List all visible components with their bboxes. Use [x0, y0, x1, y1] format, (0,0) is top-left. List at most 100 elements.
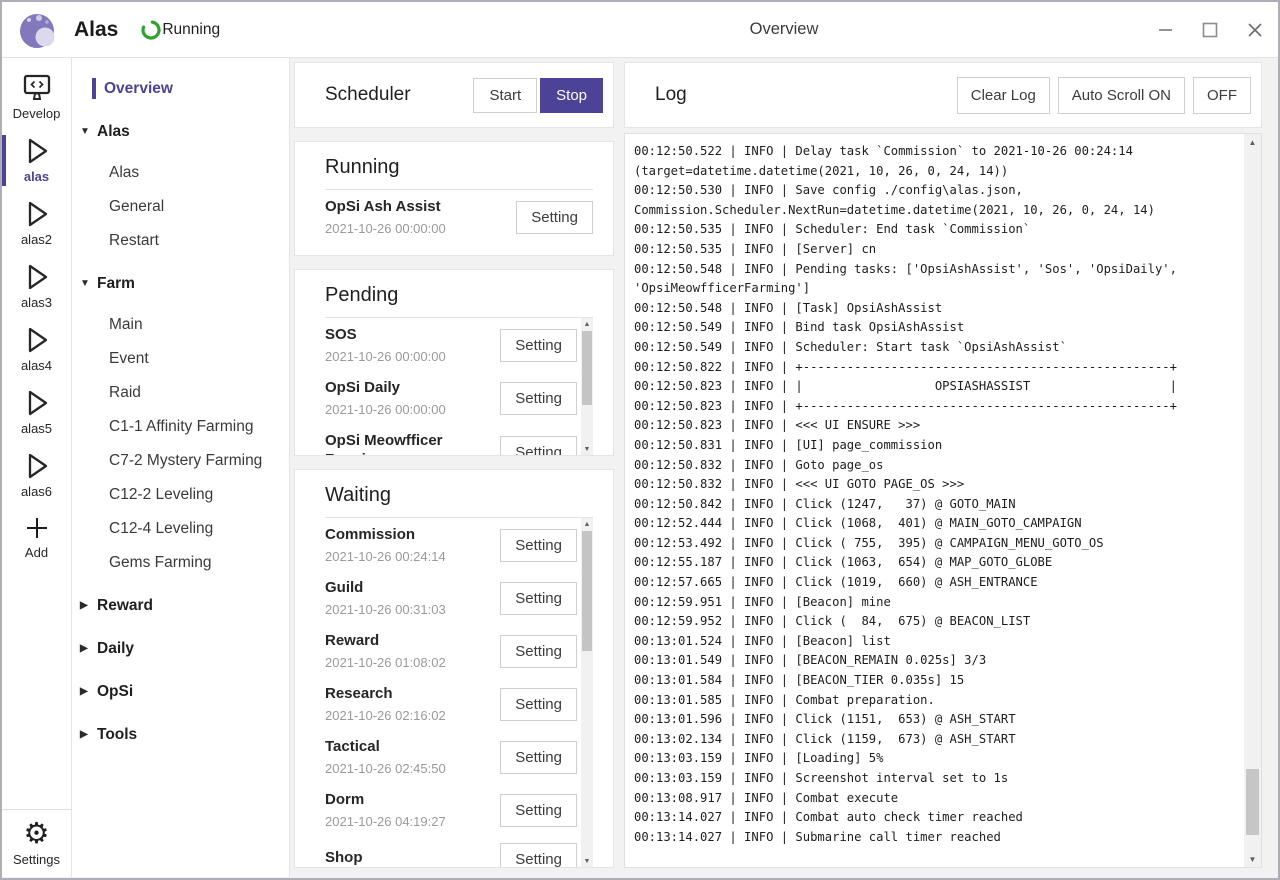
nav-item-label: C1-1 Affinity Farming	[109, 416, 253, 437]
log-line: 00:12:50.832 | INFO | Goto page_os	[634, 456, 1242, 476]
task-time: 2021-10-26 00:00:00	[325, 402, 492, 418]
gear-icon: ⚙	[24, 819, 50, 850]
task-setting-button[interactable]: Setting	[500, 382, 577, 415]
task-row: Commission 2021-10-26 00:24:14 Setting	[325, 518, 577, 571]
nav-item[interactable]: Overview	[92, 78, 289, 99]
nav-item[interactable]: Raid	[109, 382, 289, 403]
nav-item[interactable]: Reward	[80, 595, 289, 616]
nav-item[interactable]: Main	[109, 314, 289, 335]
task-setting-button[interactable]: Setting	[516, 201, 593, 234]
task-row: Reward 2021-10-26 01:08:02 Setting	[325, 624, 577, 677]
task-setting-button[interactable]: Setting	[500, 843, 577, 867]
task-name: Research	[325, 684, 492, 703]
nav-item[interactable]: Event	[109, 348, 289, 369]
minimize-icon[interactable]	[1150, 15, 1180, 45]
scroll-down-icon[interactable]: ▼	[1244, 851, 1261, 867]
task-setting-button[interactable]: Setting	[500, 329, 577, 362]
sidebar-item-settings[interactable]: ⚙ Settings	[2, 809, 71, 877]
nav-item-label: General	[109, 196, 164, 217]
scrollbar-thumb[interactable]	[1246, 769, 1259, 835]
log-line: 00:12:59.952 | INFO | Click ( 84, 675) @…	[634, 612, 1242, 632]
task-setting-button[interactable]: Setting	[500, 688, 577, 721]
clear-log-button[interactable]: Clear Log	[957, 77, 1050, 114]
sidebar-item-alas[interactable]: alas	[2, 129, 71, 192]
log-column: Log Clear Log Auto Scroll ON OFF 00:12:5…	[624, 62, 1262, 868]
nav-item-label: Restart	[109, 230, 159, 251]
log-line: 00:13:08.917 | INFO | Combat execute	[634, 789, 1242, 809]
sidebar-item-alas6[interactable]: alas6	[2, 444, 71, 507]
sidebar-item-label: Add	[25, 545, 48, 560]
scroll-up-icon[interactable]: ▲	[1244, 134, 1261, 150]
task-setting-button[interactable]: Setting	[500, 794, 577, 827]
log-line: 00:13:14.027 | INFO | Combat auto check …	[634, 808, 1242, 828]
nav-item[interactable]: Farm	[80, 273, 289, 294]
start-button[interactable]: Start	[473, 78, 537, 113]
scroll-up-icon[interactable]: ▲	[581, 518, 593, 530]
task-setting-button[interactable]: Setting	[500, 635, 577, 668]
scrollbar-thumb[interactable]	[582, 531, 592, 651]
task-name: OpSi Ash Assist	[325, 197, 508, 216]
sidebar-item-alas4[interactable]: alas4	[2, 318, 71, 381]
stop-button[interactable]: Stop	[540, 78, 603, 113]
scroll-down-icon[interactable]: ▼	[581, 855, 593, 867]
task-time: 2021-10-26 02:45:50	[325, 761, 492, 777]
nav-item[interactable]: General	[109, 196, 289, 217]
sidebar-item-alas5[interactable]: alas5	[2, 381, 71, 444]
nav-item[interactable]: C12-2 Leveling	[109, 484, 289, 505]
pending-title: Pending	[325, 284, 593, 318]
auto-scroll-off-button[interactable]: OFF	[1193, 77, 1251, 114]
nav-item-label: C12-2 Leveling	[109, 484, 213, 505]
log-scrollbar[interactable]: ▲ ▼	[1244, 134, 1261, 867]
log-line: 00:12:50.522 | INFO | Delay task `Commis…	[634, 142, 1242, 181]
nav-item[interactable]: Alas	[109, 162, 289, 183]
window-controls	[1150, 2, 1270, 57]
task-setting-button[interactable]: Setting	[500, 582, 577, 615]
nav-item[interactable]: Daily	[80, 638, 289, 659]
task-setting-button[interactable]: Setting	[500, 436, 577, 455]
nav-item[interactable]: Gems Farming	[109, 552, 289, 573]
nav-item-label: Alas	[109, 162, 139, 183]
nav-item[interactable]: OpSi	[80, 681, 289, 702]
nav-item-label: Gems Farming	[109, 552, 212, 573]
task-row: SOS 2021-10-26 00:00:00 Setting	[325, 318, 577, 371]
scrollbar-thumb[interactable]	[582, 331, 592, 405]
sidebar-item-label: Settings	[13, 852, 60, 867]
sidebar-item-label: alas6	[21, 484, 52, 499]
sidebar-item-alas2[interactable]: alas2	[2, 192, 71, 255]
nav-item[interactable]: C7-2 Mystery Farming	[109, 450, 289, 471]
play-triangle-icon	[22, 261, 52, 293]
scroll-down-icon[interactable]: ▼	[581, 443, 593, 455]
task-setting-button[interactable]: Setting	[500, 741, 577, 774]
sidebar-item-add[interactable]: Add	[2, 507, 71, 568]
task-time: 2021-10-26 00:00:00	[325, 349, 492, 365]
maximize-icon[interactable]	[1195, 15, 1225, 45]
pending-scrollbar[interactable]: ▲ ▼	[581, 318, 593, 455]
task-name: SOS	[325, 325, 492, 344]
waiting-panel: Waiting Commission 2021-10-26 00:24:14	[294, 469, 614, 868]
sidebar-item-develop[interactable]: Develop	[2, 66, 71, 129]
auto-scroll-on-button[interactable]: Auto Scroll ON	[1058, 77, 1185, 114]
log-line: 00:12:57.665 | INFO | Click (1019, 660) …	[634, 573, 1242, 593]
close-icon[interactable]	[1240, 15, 1270, 45]
log-line: 00:12:50.535 | INFO | [Server] cn	[634, 240, 1242, 260]
triangle-icon	[80, 638, 97, 659]
play-triangle-icon	[22, 387, 52, 419]
waiting-scrollbar[interactable]: ▲ ▼	[581, 518, 593, 867]
sidebar-item-alas3[interactable]: alas3	[2, 255, 71, 318]
log-line: 00:13:01.585 | INFO | Combat preparation…	[634, 691, 1242, 711]
log-line: 00:12:50.823 | INFO | | OPSIASHASSIST |	[634, 377, 1242, 397]
pending-panel: Pending SOS 2021-10-26 00:00:00 Set	[294, 269, 614, 456]
nav-item[interactable]: Restart	[109, 230, 289, 251]
pending-task-list: SOS 2021-10-26 00:00:00 Setting OpSi Dai…	[325, 318, 577, 455]
nav-item[interactable]: C1-1 Affinity Farming	[109, 416, 289, 437]
nav-item[interactable]: Alas	[80, 121, 289, 142]
scroll-up-icon[interactable]: ▲	[581, 318, 593, 330]
task-row: Shop Setting	[325, 836, 577, 867]
nav-item[interactable]: Tools	[80, 724, 289, 745]
log-line: 00:12:50.548 | INFO | [Task] OpsiAshAssi…	[634, 299, 1242, 319]
task-setting-button[interactable]: Setting	[500, 529, 577, 562]
sidebar-item-label: alas2	[21, 232, 52, 247]
nav-item[interactable]: C12-4 Leveling	[109, 518, 289, 539]
running-spinner-icon	[140, 19, 162, 41]
nav-item-label: Event	[109, 348, 149, 369]
